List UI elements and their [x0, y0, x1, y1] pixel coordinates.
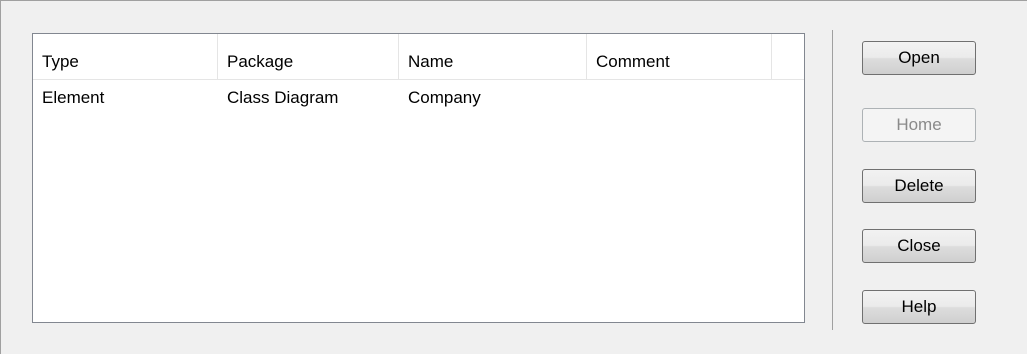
- list-header: Type Package Name Comment: [33, 34, 804, 80]
- cell-type: Element: [42, 88, 105, 107]
- column-header-package[interactable]: Package: [218, 34, 399, 79]
- cell-name: Company: [408, 88, 481, 107]
- cell-package: Class Diagram: [227, 88, 339, 107]
- results-list[interactable]: Type Package Name Comment Element Class …: [32, 33, 805, 323]
- dialog-left-border: [0, 0, 1, 354]
- help-button[interactable]: Help: [862, 290, 976, 324]
- column-header-name[interactable]: Name: [399, 34, 587, 79]
- home-button[interactable]: Home: [862, 108, 976, 142]
- dialog-top-border: [0, 0, 1027, 1]
- column-header-comment[interactable]: Comment: [587, 34, 772, 79]
- delete-button[interactable]: Delete: [862, 169, 976, 203]
- vertical-separator: [832, 30, 833, 330]
- close-button[interactable]: Close: [862, 229, 976, 263]
- column-header-type[interactable]: Type: [33, 34, 218, 79]
- open-button[interactable]: Open: [862, 41, 976, 75]
